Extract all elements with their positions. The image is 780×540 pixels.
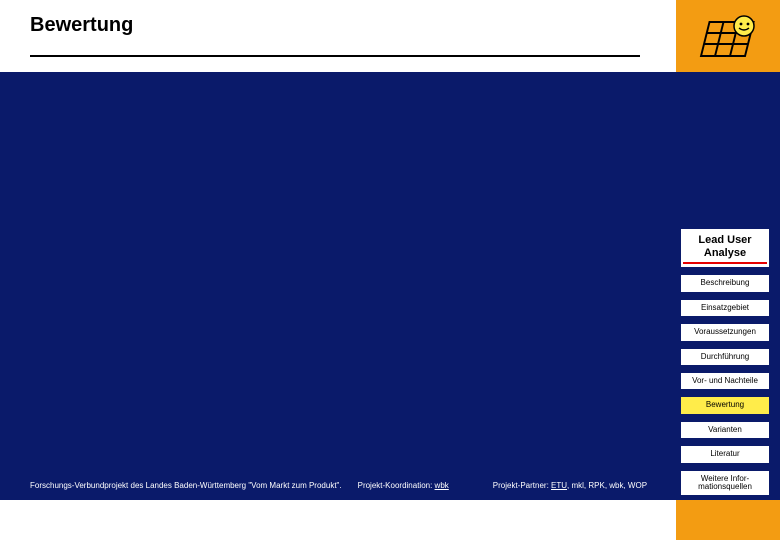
footer-coord-prefix: Projekt-Koordination:	[358, 481, 435, 490]
nav-item[interactable]: Literatur	[680, 445, 770, 463]
nav-item-wrap: Bewertung	[680, 396, 770, 414]
panel-header-line1: Lead User	[683, 234, 767, 247]
footer-project: Forschungs-Verbundprojekt des Landes Bad…	[30, 481, 342, 490]
footer-partners-prefix: Projekt-Partner:	[493, 481, 551, 490]
nav-item-label: Voraussetzungen	[683, 328, 767, 336]
nav-item[interactable]: Durchführung	[680, 348, 770, 366]
nav-list: Beschreibung Einsatzgebiet Voraussetzungen…	[680, 274, 770, 496]
nav-item[interactable]: Bewertung	[680, 396, 770, 414]
nav-item-wrap: Literatur	[680, 445, 770, 463]
footer: Forschungs-Verbundprojekt des Landes Bad…	[30, 481, 764, 490]
nav-item-label: Varianten	[683, 426, 767, 434]
nav-item-wrap: Beschreibung	[680, 274, 770, 292]
nav-item[interactable]: Einsatzgebiet	[680, 299, 770, 317]
footer-partners-link[interactable]: ETU	[551, 481, 567, 490]
nav-item-label: Durchführung	[683, 353, 767, 361]
nav-item[interactable]: Vor- und Nachteile	[680, 372, 770, 390]
nav-item-wrap: Voraussetzungen	[680, 323, 770, 341]
title-underline	[30, 55, 640, 57]
footer-partners-rest: , mkl, RPK, wbk, WOP	[567, 481, 647, 490]
page-title: Bewertung	[30, 14, 660, 49]
nav-item-wrap: Vor- und Nachteile	[680, 372, 770, 390]
nav-item-wrap: Durchführung	[680, 348, 770, 366]
content-area: Lead User Analyse Beschreibung Einsatzgeb…	[0, 72, 780, 500]
nav-item-wrap: Varianten	[680, 421, 770, 439]
footer-coord: Projekt-Koordination: wbk	[358, 481, 449, 490]
panel-header-line2: Analyse	[683, 247, 767, 260]
nav-item[interactable]: Beschreibung	[680, 274, 770, 292]
nav-item-label: Bewertung	[683, 401, 767, 409]
nav-item-label: Literatur	[683, 450, 767, 458]
slide: Bewertung Lead User Analyse Beschreibung…	[0, 0, 780, 540]
title-area: Bewertung	[30, 14, 660, 57]
grid-logo	[694, 12, 764, 68]
nav-item[interactable]: Varianten	[680, 421, 770, 439]
nav-item-label: Vor- und Nachteile	[683, 377, 767, 385]
panel-header-underline	[683, 262, 767, 264]
nav-item[interactable]: Voraussetzungen	[680, 323, 770, 341]
panel-header: Lead User Analyse	[680, 228, 770, 268]
nav-item-wrap: Einsatzgebiet	[680, 299, 770, 317]
footer-coord-link[interactable]: wbk	[435, 481, 449, 490]
nav-item-label: Einsatzgebiet	[683, 304, 767, 312]
nav-item-label: Beschreibung	[683, 279, 767, 287]
side-nav-panel: Lead User Analyse Beschreibung Einsatzgeb…	[680, 228, 770, 496]
footer-partners: Projekt-Partner: ETU, mkl, RPK, wbk, WOP	[493, 481, 647, 490]
grid-logo-icon	[694, 12, 764, 68]
